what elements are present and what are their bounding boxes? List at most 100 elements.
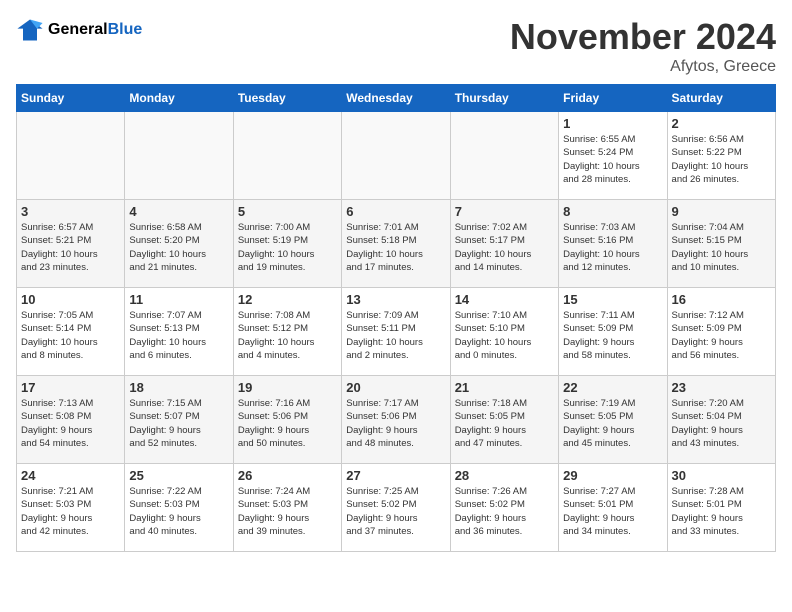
logo-icon <box>16 16 44 44</box>
day-info: Sunrise: 7:22 AM Sunset: 5:03 PM Dayligh… <box>129 485 228 538</box>
day-info: Sunrise: 7:21 AM Sunset: 5:03 PM Dayligh… <box>21 485 120 538</box>
calendar-cell: 27 Sunrise: 7:25 AM Sunset: 5:02 PM Dayli… <box>342 464 450 552</box>
calendar-cell <box>342 112 450 200</box>
day-number: 6 <box>346 204 445 219</box>
day-number: 9 <box>672 204 771 219</box>
calendar-cell: 16 Sunrise: 7:12 AM Sunset: 5:09 PM Dayli… <box>667 288 775 376</box>
calendar-cell: 23 Sunrise: 7:20 AM Sunset: 5:04 PM Dayli… <box>667 376 775 464</box>
calendar-cell: 26 Sunrise: 7:24 AM Sunset: 5:03 PM Dayli… <box>233 464 341 552</box>
day-number: 4 <box>129 204 228 219</box>
day-info: Sunrise: 7:15 AM Sunset: 5:07 PM Dayligh… <box>129 397 228 450</box>
day-number: 7 <box>455 204 554 219</box>
day-number: 19 <box>238 380 337 395</box>
calendar-cell: 15Sunrise: 7:11 AM Sunset: 5:09 PM Dayli… <box>559 288 667 376</box>
day-info: Sunrise: 7:01 AM Sunset: 5:18 PM Dayligh… <box>346 221 445 274</box>
calendar-cell: 22Sunrise: 7:19 AM Sunset: 5:05 PM Dayli… <box>559 376 667 464</box>
day-number: 8 <box>563 204 662 219</box>
calendar-cell: 25 Sunrise: 7:22 AM Sunset: 5:03 PM Dayli… <box>125 464 233 552</box>
calendar-table: SundayMondayTuesdayWednesdayThursdayFrid… <box>16 84 776 552</box>
logo-text: GeneralBlue <box>48 21 142 39</box>
day-info: Sunrise: 7:02 AM Sunset: 5:17 PM Dayligh… <box>455 221 554 274</box>
calendar-cell: 29Sunrise: 7:27 AM Sunset: 5:01 PM Dayli… <box>559 464 667 552</box>
day-number: 14 <box>455 292 554 307</box>
day-number: 30 <box>672 468 771 483</box>
day-info: Sunrise: 7:17 AM Sunset: 5:06 PM Dayligh… <box>346 397 445 450</box>
weekday-header-tuesday: Tuesday <box>233 85 341 112</box>
day-info: Sunrise: 7:16 AM Sunset: 5:06 PM Dayligh… <box>238 397 337 450</box>
calendar-cell: 19 Sunrise: 7:16 AM Sunset: 5:06 PM Dayli… <box>233 376 341 464</box>
calendar-cell: 30 Sunrise: 7:28 AM Sunset: 5:01 PM Dayli… <box>667 464 775 552</box>
calendar-cell: 5 Sunrise: 7:00 AM Sunset: 5:19 PM Daylig… <box>233 200 341 288</box>
weekday-header-monday: Monday <box>125 85 233 112</box>
day-number: 20 <box>346 380 445 395</box>
day-info: Sunrise: 7:00 AM Sunset: 5:19 PM Dayligh… <box>238 221 337 274</box>
calendar-cell: 10 Sunrise: 7:05 AM Sunset: 5:14 PM Dayli… <box>17 288 125 376</box>
day-number: 11 <box>129 292 228 307</box>
calendar-cell: 12 Sunrise: 7:08 AM Sunset: 5:12 PM Dayli… <box>233 288 341 376</box>
day-info: Sunrise: 7:08 AM Sunset: 5:12 PM Dayligh… <box>238 309 337 362</box>
day-number: 23 <box>672 380 771 395</box>
day-number: 3 <box>21 204 120 219</box>
day-number: 16 <box>672 292 771 307</box>
calendar-cell: 28 Sunrise: 7:26 AM Sunset: 5:02 PM Dayli… <box>450 464 558 552</box>
day-info: Sunrise: 7:24 AM Sunset: 5:03 PM Dayligh… <box>238 485 337 538</box>
weekday-header-friday: Friday <box>559 85 667 112</box>
calendar-cell: 7 Sunrise: 7:02 AM Sunset: 5:17 PM Daylig… <box>450 200 558 288</box>
title-area: November 2024 Afytos, Greece <box>510 16 776 76</box>
day-info: Sunrise: 7:28 AM Sunset: 5:01 PM Dayligh… <box>672 485 771 538</box>
week-row-4: 17 Sunrise: 7:13 AM Sunset: 5:08 PM Dayli… <box>17 376 776 464</box>
day-info: Sunrise: 7:10 AM Sunset: 5:10 PM Dayligh… <box>455 309 554 362</box>
calendar-cell <box>17 112 125 200</box>
day-info: Sunrise: 7:25 AM Sunset: 5:02 PM Dayligh… <box>346 485 445 538</box>
weekday-header-thursday: Thursday <box>450 85 558 112</box>
weekday-header-saturday: Saturday <box>667 85 775 112</box>
week-row-1: 1Sunrise: 6:55 AM Sunset: 5:24 PM Daylig… <box>17 112 776 200</box>
month-title: November 2024 <box>510 16 776 58</box>
calendar-cell <box>450 112 558 200</box>
day-number: 24 <box>21 468 120 483</box>
weekday-header-wednesday: Wednesday <box>342 85 450 112</box>
day-number: 13 <box>346 292 445 307</box>
day-number: 5 <box>238 204 337 219</box>
week-row-3: 10 Sunrise: 7:05 AM Sunset: 5:14 PM Dayli… <box>17 288 776 376</box>
logo: GeneralBlue <box>16 16 142 44</box>
calendar-cell <box>125 112 233 200</box>
calendar-cell: 4 Sunrise: 6:58 AM Sunset: 5:20 PM Daylig… <box>125 200 233 288</box>
day-number: 29 <box>563 468 662 483</box>
day-info: Sunrise: 7:18 AM Sunset: 5:05 PM Dayligh… <box>455 397 554 450</box>
day-number: 10 <box>21 292 120 307</box>
day-info: Sunrise: 7:20 AM Sunset: 5:04 PM Dayligh… <box>672 397 771 450</box>
day-number: 18 <box>129 380 228 395</box>
day-info: Sunrise: 6:56 AM Sunset: 5:22 PM Dayligh… <box>672 133 771 186</box>
day-number: 17 <box>21 380 120 395</box>
calendar-cell: 1Sunrise: 6:55 AM Sunset: 5:24 PM Daylig… <box>559 112 667 200</box>
calendar-cell: 17 Sunrise: 7:13 AM Sunset: 5:08 PM Dayli… <box>17 376 125 464</box>
day-info: Sunrise: 7:12 AM Sunset: 5:09 PM Dayligh… <box>672 309 771 362</box>
calendar-cell: 2Sunrise: 6:56 AM Sunset: 5:22 PM Daylig… <box>667 112 775 200</box>
calendar-cell <box>233 112 341 200</box>
day-number: 26 <box>238 468 337 483</box>
weekday-header-sunday: Sunday <box>17 85 125 112</box>
calendar-cell: 8Sunrise: 7:03 AM Sunset: 5:16 PM Daylig… <box>559 200 667 288</box>
calendar-cell: 20 Sunrise: 7:17 AM Sunset: 5:06 PM Dayli… <box>342 376 450 464</box>
day-number: 12 <box>238 292 337 307</box>
day-info: Sunrise: 6:58 AM Sunset: 5:20 PM Dayligh… <box>129 221 228 274</box>
day-info: Sunrise: 7:13 AM Sunset: 5:08 PM Dayligh… <box>21 397 120 450</box>
calendar-cell: 11Sunrise: 7:07 AM Sunset: 5:13 PM Dayli… <box>125 288 233 376</box>
day-number: 27 <box>346 468 445 483</box>
day-info: Sunrise: 7:26 AM Sunset: 5:02 PM Dayligh… <box>455 485 554 538</box>
day-info: Sunrise: 7:09 AM Sunset: 5:11 PM Dayligh… <box>346 309 445 362</box>
calendar-cell: 3 Sunrise: 6:57 AM Sunset: 5:21 PM Daylig… <box>17 200 125 288</box>
calendar-cell: 18 Sunrise: 7:15 AM Sunset: 5:07 PM Dayli… <box>125 376 233 464</box>
day-info: Sunrise: 7:05 AM Sunset: 5:14 PM Dayligh… <box>21 309 120 362</box>
day-info: Sunrise: 7:04 AM Sunset: 5:15 PM Dayligh… <box>672 221 771 274</box>
weekday-header-row: SundayMondayTuesdayWednesdayThursdayFrid… <box>17 85 776 112</box>
calendar-cell: 13 Sunrise: 7:09 AM Sunset: 5:11 PM Dayli… <box>342 288 450 376</box>
day-number: 28 <box>455 468 554 483</box>
day-number: 25 <box>129 468 228 483</box>
day-number: 15 <box>563 292 662 307</box>
day-info: Sunrise: 6:57 AM Sunset: 5:21 PM Dayligh… <box>21 221 120 274</box>
page-header: GeneralBlue November 2024 Afytos, Greece <box>16 16 776 76</box>
calendar-cell: 6 Sunrise: 7:01 AM Sunset: 5:18 PM Daylig… <box>342 200 450 288</box>
day-info: Sunrise: 6:55 AM Sunset: 5:24 PM Dayligh… <box>563 133 662 186</box>
